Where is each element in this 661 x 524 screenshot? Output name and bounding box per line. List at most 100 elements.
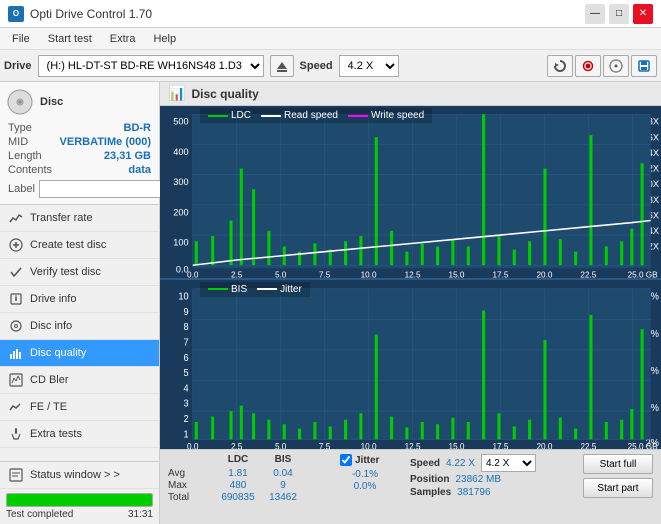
speed-select[interactable]: 4.2 X xyxy=(339,55,399,77)
titlebar: O Opti Drive Control 1.70 — □ ✕ xyxy=(0,0,661,28)
svg-text:2: 2 xyxy=(184,413,189,424)
create-test-disc-label: Create test disc xyxy=(30,239,106,251)
start-buttons: Start full Start part xyxy=(583,454,653,498)
progress-bar-fill xyxy=(7,494,152,506)
nav-items: Transfer rate Create test disc Verify te… xyxy=(0,205,159,461)
svg-text:7.5: 7.5 xyxy=(319,441,331,449)
ldc-legend-color xyxy=(208,115,228,117)
bottom-legend: BIS Jitter xyxy=(200,282,310,297)
menu-help[interactable]: Help xyxy=(145,31,184,47)
jitter-legend-color xyxy=(257,288,277,290)
minimize-button[interactable]: — xyxy=(585,4,605,24)
refresh-button[interactable] xyxy=(547,55,573,77)
svg-text:100: 100 xyxy=(173,237,188,247)
disc-label-row: Label ✎ xyxy=(6,180,153,198)
jitter-col-header: Jitter xyxy=(355,455,379,466)
top-chart-svg: 500 400 300 200 100 0.0 18X 16X 14X 12X … xyxy=(160,106,661,278)
titlebar-left: O Opti Drive Control 1.70 xyxy=(8,6,152,22)
menu-file[interactable]: File xyxy=(4,31,38,47)
jitter-avg-row: -0.1% xyxy=(340,469,390,480)
verify-test-disc-label: Verify test disc xyxy=(30,266,101,278)
svg-text:15.0: 15.0 xyxy=(449,271,465,278)
content-area: 📊 Disc quality LDC Read speed xyxy=(160,82,661,524)
disc-panel: Disc Type BD-R MID VERBATIMe (000) Lengt… xyxy=(0,82,159,205)
drive-info-label: Drive info xyxy=(30,293,76,305)
status-window-button[interactable]: Status window > > xyxy=(0,462,159,489)
stats-max-row: Max 480 9 xyxy=(168,480,328,491)
jitter-header-row: Jitter xyxy=(340,454,390,466)
ldc-legend-label: LDC xyxy=(231,110,251,121)
jitter-max-row: 0.0% xyxy=(340,481,390,492)
menu-extra[interactable]: Extra xyxy=(102,31,144,47)
disc-quality-icon xyxy=(8,345,24,361)
app-icon: O xyxy=(8,6,24,22)
charts-container: LDC Read speed Write speed 500 xyxy=(160,106,661,449)
stats-empty-col xyxy=(168,454,213,465)
svg-text:400: 400 xyxy=(173,147,188,157)
sidebar-item-create-test-disc[interactable]: Create test disc xyxy=(0,232,159,259)
menubar: File Start test Extra Help xyxy=(0,28,661,50)
save-button[interactable] xyxy=(631,55,657,77)
settings-button[interactable] xyxy=(575,55,601,77)
max-jitter-value: 0.0% xyxy=(340,481,390,492)
menu-start-test[interactable]: Start test xyxy=(40,31,100,47)
svg-text:6: 6 xyxy=(184,352,189,363)
cd-bler-icon xyxy=(8,372,24,388)
avg-row-label: Avg xyxy=(168,468,213,479)
speed-stat-value: 4.22 X xyxy=(446,458,475,469)
max-ldc-value: 480 xyxy=(213,480,263,491)
status-bar-panel: Status window > > Test completed 31:31 xyxy=(0,461,159,524)
svg-text:22.5: 22.5 xyxy=(580,441,596,449)
drive-select[interactable]: (H:) HL-DT-ST BD-RE WH16NS48 1.D3 xyxy=(38,55,264,77)
status-window-icon xyxy=(8,467,24,483)
svg-text:5: 5 xyxy=(184,368,189,379)
cd-bler-label: CD Bler xyxy=(30,374,69,386)
stats-main-cols: LDC BIS Avg 1.81 0.04 Max 480 9 Total xyxy=(168,454,328,503)
read-speed-legend-label: Read speed xyxy=(284,110,338,121)
svg-text:12.5: 12.5 xyxy=(405,271,421,278)
main-layout: Disc Type BD-R MID VERBATIMe (000) Lengt… xyxy=(0,82,661,524)
disc-section-label: Disc xyxy=(40,96,63,108)
disc-button[interactable] xyxy=(603,55,629,77)
sidebar-item-verify-test-disc[interactable]: Verify test disc xyxy=(0,259,159,286)
svg-text:5.0: 5.0 xyxy=(275,271,287,278)
disc-quality-header-icon: 📊 xyxy=(168,85,185,102)
sidebar-item-extra-tests[interactable]: Extra tests xyxy=(0,421,159,448)
drive-label: Drive xyxy=(4,60,32,72)
chart-top: LDC Read speed Write speed 500 xyxy=(160,106,661,279)
speed-stat-label: Speed xyxy=(410,458,440,469)
svg-text:300: 300 xyxy=(173,177,188,187)
jitter-checkbox[interactable] xyxy=(340,454,352,466)
sidebar-item-disc-quality[interactable]: Disc quality xyxy=(0,340,159,367)
close-button[interactable]: ✕ xyxy=(633,4,653,24)
titlebar-controls: — □ ✕ xyxy=(585,4,653,24)
disc-contents-row: Contents data xyxy=(6,164,153,176)
sidebar-item-transfer-rate[interactable]: Transfer rate xyxy=(0,205,159,232)
position-row: Position 23862 MB xyxy=(410,474,536,485)
disc-type-label: Type xyxy=(8,122,32,134)
sidebar-item-cd-bler[interactable]: CD Bler xyxy=(0,367,159,394)
disc-quality-title: Disc quality xyxy=(191,87,258,101)
speed-stat-dropdown[interactable]: 4.2 X xyxy=(481,454,536,472)
right-stats: Speed 4.22 X 4.2 X Position 23862 MB Sam… xyxy=(410,454,536,498)
sidebar-item-disc-info[interactable]: Disc info xyxy=(0,313,159,340)
start-part-button[interactable]: Start part xyxy=(583,478,653,498)
samples-label: Samples xyxy=(410,487,451,498)
sidebar-item-drive-info[interactable]: Drive info xyxy=(0,286,159,313)
max-bis-value: 9 xyxy=(263,480,303,491)
sidebar-item-fe-te[interactable]: FE / TE xyxy=(0,394,159,421)
svg-text:25.0 GB: 25.0 GB xyxy=(628,271,658,278)
bis-legend-label: BIS xyxy=(231,284,247,295)
svg-text:8: 8 xyxy=(184,322,189,333)
svg-text:22.5: 22.5 xyxy=(580,271,596,278)
eject-button[interactable] xyxy=(270,55,294,77)
restore-button[interactable]: □ xyxy=(609,4,629,24)
disc-label-input[interactable] xyxy=(39,180,177,198)
write-speed-legend-label: Write speed xyxy=(371,110,424,121)
progress-area: Test completed 31:31 xyxy=(0,489,159,524)
svg-text:0.0: 0.0 xyxy=(187,271,199,278)
start-full-button[interactable]: Start full xyxy=(583,454,653,474)
svg-text:3: 3 xyxy=(184,398,189,409)
disc-type-row: Type BD-R xyxy=(6,122,153,134)
svg-text:10.0: 10.0 xyxy=(361,271,377,278)
